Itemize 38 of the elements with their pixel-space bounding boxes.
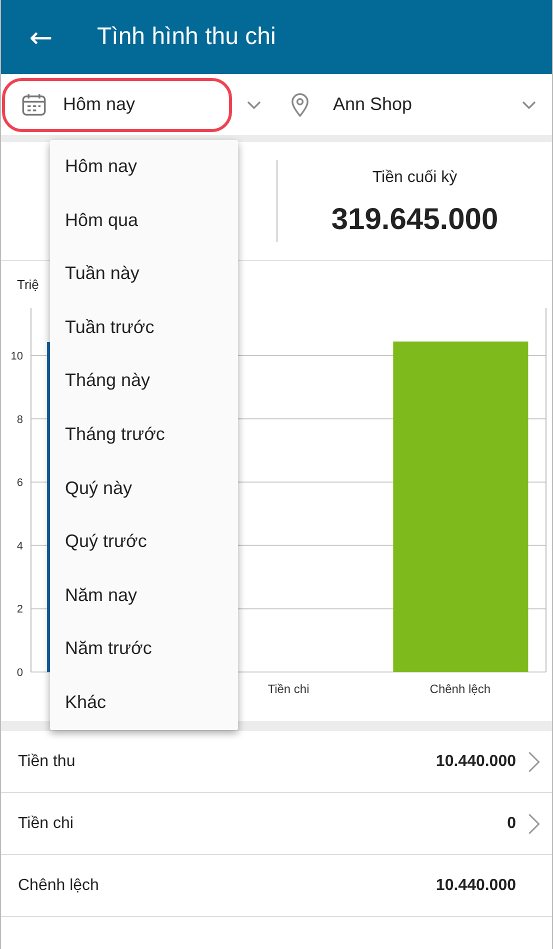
menu-item[interactable]: Tháng trước xyxy=(50,408,238,462)
row-label: Tiền chi xyxy=(18,814,74,832)
menu-item[interactable]: Tuần trước xyxy=(50,300,238,354)
summary-row[interactable]: Tiền thu 10.440.000 xyxy=(1,731,552,793)
y-tick-label: 2 xyxy=(16,604,23,616)
period-selector[interactable]: Hôm nay xyxy=(2,78,232,132)
menu-item[interactable]: Khác xyxy=(50,676,238,730)
y-tick-label: 4 xyxy=(16,540,23,552)
chevron-down-icon[interactable] xyxy=(247,100,261,110)
row-value: 10.440.000 xyxy=(436,876,516,894)
row-value: 10.440.000 xyxy=(436,752,516,770)
menu-item[interactable]: Quý trước xyxy=(50,515,238,569)
screen-title: Tình hình thu chi xyxy=(97,23,276,51)
axis-unit-label: Triệ xyxy=(17,277,40,293)
menu-item[interactable]: Hôm qua xyxy=(50,194,238,248)
y-tick-label: 0 xyxy=(16,667,23,679)
menu-item[interactable]: Năm nay xyxy=(50,568,238,622)
summary-row[interactable]: Tiền chi 0 xyxy=(1,793,552,855)
row-value: 0 xyxy=(507,814,516,832)
menu-item[interactable]: Năm trước xyxy=(50,622,238,676)
back-button[interactable]: ← xyxy=(25,20,57,54)
calendar-icon xyxy=(21,92,47,118)
x-axis-label: Chênh lệch xyxy=(430,682,491,696)
summary-row[interactable]: Chênh lệch 10.440.000 xyxy=(1,855,552,917)
y-tick-label: 8 xyxy=(16,414,23,426)
y-tick-label: 6 xyxy=(16,477,23,490)
row-label: Chênh lệch xyxy=(18,876,100,894)
row-label: Tiền thu xyxy=(18,752,76,770)
menu-item[interactable]: Quý này xyxy=(50,462,238,516)
summary-label: Tiền cuối kỳ xyxy=(372,169,458,187)
menu-item[interactable]: Tuần này xyxy=(50,247,238,301)
menu-item[interactable]: Tháng này xyxy=(50,354,238,408)
menu-item[interactable]: Hôm nay xyxy=(50,140,238,194)
store-selector[interactable]: Ann Shop xyxy=(287,92,552,118)
y-tick-label: 10 xyxy=(10,350,23,362)
x-axis-label: Tiền chi xyxy=(268,682,310,696)
summary-value: 319.645.000 xyxy=(331,203,498,237)
chevron-down-icon xyxy=(522,100,536,110)
